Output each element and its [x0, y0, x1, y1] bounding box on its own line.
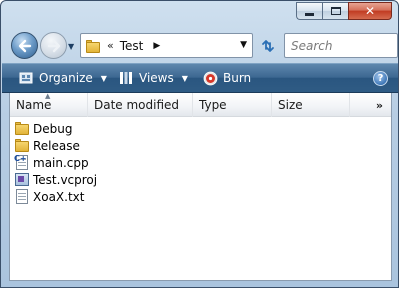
column-header-size-label: Size [278, 98, 303, 112]
file-name: Test.vcproj [33, 172, 98, 187]
search-box[interactable]: Search [284, 33, 398, 58]
search-placeholder[interactable]: Search [291, 39, 333, 53]
chevron-down-icon: ▼ [100, 73, 107, 83]
column-header-name-label: Name [16, 98, 52, 112]
chevron-right-icon[interactable]: ▶ [153, 41, 160, 51]
sort-ascending-icon: ▲ [45, 92, 51, 100]
views-label: Views [139, 71, 174, 85]
help-button[interactable]: ? [373, 71, 388, 86]
minimize-button[interactable] [296, 2, 322, 20]
vcproj-file-icon [14, 172, 30, 187]
recent-pages-dropdown-icon[interactable]: ▼ [68, 42, 74, 51]
burn-disc-icon [202, 70, 218, 86]
organize-button[interactable]: Organize ▼ [18, 63, 107, 93]
address-dropdown-icon[interactable]: ▼ [240, 40, 247, 50]
column-header-name[interactable]: ▲ Name [10, 92, 88, 117]
folder-icon [14, 121, 30, 136]
text-file-icon [14, 189, 30, 204]
address-path-segment[interactable]: Test [120, 39, 144, 53]
views-button[interactable]: Views ▼ [118, 63, 188, 93]
address-overflow-chevron[interactable]: « [107, 39, 114, 52]
column-header-row: ▲ Name Date modified Type Size » [10, 92, 391, 117]
column-header-date-label: Date modified [94, 98, 180, 112]
help-icon: ? [377, 73, 384, 84]
burn-button[interactable]: Burn [202, 63, 251, 93]
address-bar[interactable]: « Test ▶ ▼ [80, 33, 253, 58]
column-header-type-label: Type [199, 98, 227, 112]
folder-icon [85, 39, 101, 53]
file-list: Debug Release C+ main.cpp Test.vcproj Xo… [10, 120, 391, 205]
navigation-bar: ▼ « Test ▶ ▼ Search [1, 29, 398, 63]
column-header-type[interactable]: Type [193, 93, 272, 117]
file-name: Release [33, 138, 80, 153]
column-header-date-modified[interactable]: Date modified [88, 93, 193, 117]
chevron-down-icon: ▼ [181, 73, 188, 83]
close-button[interactable]: ✕ [348, 2, 392, 20]
list-item[interactable]: XoaX.txt [10, 188, 391, 205]
list-item[interactable]: C+ main.cpp [10, 154, 391, 171]
views-icon [118, 70, 134, 86]
cpp-file-icon: C+ [14, 155, 30, 170]
file-name: main.cpp [33, 155, 89, 170]
file-name: XoaX.txt [33, 189, 85, 204]
back-arrow-icon [18, 39, 31, 52]
organize-icon [18, 70, 34, 86]
file-name: Debug [33, 121, 73, 136]
maximize-button[interactable] [322, 2, 348, 20]
more-columns-button[interactable]: » [350, 93, 391, 117]
maximize-icon [330, 7, 341, 15]
list-item[interactable]: Debug [10, 120, 391, 137]
minimize-icon [305, 12, 314, 16]
forward-button[interactable] [40, 32, 67, 59]
column-header-size[interactable]: Size [272, 93, 350, 117]
list-item[interactable]: Release [10, 137, 391, 154]
chevron-double-right-icon: » [375, 98, 383, 112]
refresh-button[interactable] [255, 33, 280, 58]
burn-label: Burn [223, 71, 252, 85]
caption-buttons: ✕ [296, 2, 392, 20]
command-bar: Organize ▼ Views ▼ Burn ? [2, 63, 398, 93]
file-list-pane: ▲ Name Date modified Type Size » Debug R… [9, 92, 392, 281]
forward-arrow-icon [47, 39, 60, 52]
folder-icon [14, 138, 30, 153]
back-button[interactable] [11, 32, 38, 59]
list-item[interactable]: Test.vcproj [10, 171, 391, 188]
refresh-icon [261, 39, 274, 52]
close-icon: ✕ [364, 4, 376, 18]
organize-label: Organize [39, 71, 93, 85]
explorer-window: ✕ ▼ « Test ▶ ▼ Search Organize ▼ Views ▼… [0, 0, 399, 288]
